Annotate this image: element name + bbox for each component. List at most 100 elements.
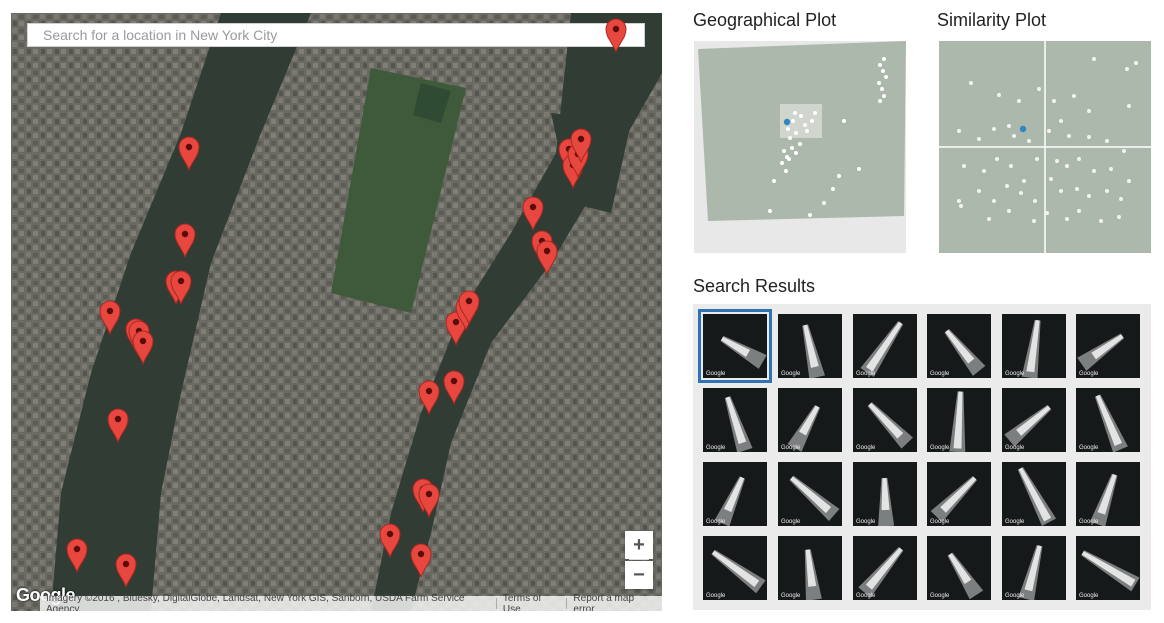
similarity-plot-point[interactable] <box>1007 124 1011 128</box>
geo-plot-point[interactable] <box>787 157 791 161</box>
search-result-thumbnail[interactable]: Google <box>927 388 991 452</box>
map-marker-icon[interactable] <box>98 299 122 335</box>
similarity-plot-point[interactable] <box>1075 187 1079 191</box>
map-marker-icon[interactable] <box>169 269 193 305</box>
similarity-plot-point[interactable] <box>1009 164 1013 168</box>
similarity-plot-point[interactable] <box>1119 197 1123 201</box>
search-result-thumbnail[interactable]: Google <box>1002 536 1066 600</box>
geo-plot-point[interactable] <box>768 209 772 213</box>
geo-plot-point[interactable] <box>882 94 886 98</box>
similarity-plot-point[interactable] <box>1105 139 1109 143</box>
similarity-plot-point[interactable] <box>957 129 961 133</box>
search-result-thumbnail[interactable]: Google <box>1076 536 1140 600</box>
geo-plot-point[interactable] <box>772 179 776 183</box>
geo-plot-point[interactable] <box>857 167 861 171</box>
similarity-plot-point[interactable] <box>1125 67 1129 71</box>
map-marker-icon[interactable] <box>417 482 441 518</box>
similarity-plot-point[interactable] <box>987 217 991 221</box>
map-view[interactable]: + − Google Imagery ©2016 , Bluesky, Digi… <box>11 13 662 611</box>
similarity-plot-point[interactable] <box>1045 211 1049 215</box>
geo-plot-point[interactable] <box>790 146 794 150</box>
similarity-plot-point[interactable] <box>1037 87 1041 91</box>
geo-plot-point[interactable] <box>878 99 882 103</box>
similarity-plot-point[interactable] <box>1059 189 1063 193</box>
similarity-plot-point[interactable] <box>1127 179 1131 183</box>
search-result-thumbnail[interactable]: Google <box>927 462 991 526</box>
search-result-thumbnail[interactable]: Google <box>853 388 917 452</box>
similarity-plot-point[interactable] <box>1005 184 1009 188</box>
geo-plot-point[interactable] <box>805 129 809 133</box>
similarity-plot-point[interactable] <box>1035 157 1039 161</box>
search-result-thumbnail[interactable]: Google <box>853 462 917 526</box>
search-result-thumbnail[interactable]: Google <box>1002 314 1066 378</box>
similarity-plot-point[interactable] <box>1087 135 1091 139</box>
geo-plot-point[interactable] <box>831 187 835 191</box>
report-map-error-link[interactable]: Report a map error <box>567 593 662 612</box>
search-result-thumbnail[interactable]: Google <box>703 536 767 600</box>
similarity-plot-selected-point[interactable] <box>1019 125 1027 133</box>
similarity-plot-point[interactable] <box>992 127 996 131</box>
geo-plot-point[interactable] <box>780 161 784 165</box>
similarity-plot-point[interactable] <box>1117 215 1121 219</box>
search-result-thumbnail[interactable]: Google <box>853 536 917 600</box>
geo-plot[interactable] <box>694 41 906 253</box>
search-result-thumbnail[interactable]: Google <box>927 314 991 378</box>
search-result-thumbnail[interactable]: Google <box>778 314 842 378</box>
geo-plot-point[interactable] <box>884 75 888 79</box>
similarity-plot-point[interactable] <box>1019 191 1023 195</box>
similarity-plot-point[interactable] <box>995 157 999 161</box>
geo-plot-selected-point[interactable] <box>783 118 791 126</box>
similarity-plot-point[interactable] <box>1087 109 1091 113</box>
search-input[interactable] <box>27 23 645 47</box>
search-result-thumbnail[interactable]: Google <box>698 309 772 383</box>
map-marker-icon[interactable] <box>173 222 197 258</box>
similarity-plot-point[interactable] <box>997 93 1001 97</box>
geo-plot-point[interactable] <box>880 87 884 91</box>
geo-plot-point[interactable] <box>782 149 786 153</box>
search-result-thumbnail[interactable]: Google <box>1076 462 1140 526</box>
similarity-plot-point[interactable] <box>1122 149 1126 153</box>
similarity-plot-point[interactable] <box>1109 167 1113 171</box>
map-marker-icon[interactable] <box>409 542 433 578</box>
similarity-plot-point[interactable] <box>1049 177 1053 181</box>
similarity-plot-point[interactable] <box>1065 217 1069 221</box>
map-marker-icon[interactable] <box>378 522 402 558</box>
similarity-plot-point[interactable] <box>1059 119 1063 123</box>
geo-plot-point[interactable] <box>877 81 881 85</box>
similarity-plot-point[interactable] <box>1047 129 1051 133</box>
map-marker-icon[interactable] <box>569 127 593 163</box>
map-marker-icon[interactable] <box>131 329 155 365</box>
map-marker-icon[interactable] <box>457 289 481 325</box>
geo-plot-point[interactable] <box>784 169 788 173</box>
similarity-plot-point[interactable] <box>969 81 973 85</box>
search-result-thumbnail[interactable]: Google <box>778 462 842 526</box>
search-result-thumbnail[interactable]: Google <box>1076 388 1140 452</box>
similarity-plot-point[interactable] <box>982 169 986 173</box>
geo-plot-point[interactable] <box>794 131 798 135</box>
search-result-thumbnail[interactable]: Google <box>1002 462 1066 526</box>
similarity-plot-point[interactable] <box>1022 179 1026 183</box>
similarity-plot-point[interactable] <box>1092 169 1096 173</box>
map-marker-icon[interactable] <box>65 537 89 573</box>
similarity-plot-point[interactable] <box>1067 134 1071 138</box>
similarity-plot-point[interactable] <box>1027 139 1031 143</box>
geo-plot-point[interactable] <box>878 63 882 67</box>
search-result-thumbnail[interactable]: Google <box>927 536 991 600</box>
map-marker-icon[interactable] <box>114 552 138 588</box>
similarity-plot[interactable] <box>939 41 1151 253</box>
geo-plot-point[interactable] <box>822 201 826 205</box>
similarity-plot-point[interactable] <box>1134 61 1138 65</box>
search-result-thumbnail[interactable]: Google <box>778 536 842 600</box>
similarity-plot-point[interactable] <box>1077 209 1081 213</box>
similarity-plot-point[interactable] <box>1032 219 1036 223</box>
similarity-plot-point[interactable] <box>1072 94 1076 98</box>
geo-plot-point[interactable] <box>842 119 846 123</box>
geo-plot-point[interactable] <box>803 123 807 127</box>
geo-plot-point[interactable] <box>882 57 886 61</box>
geo-plot-point[interactable] <box>794 151 798 155</box>
similarity-plot-point[interactable] <box>1065 164 1069 168</box>
geo-plot-point[interactable] <box>793 111 797 115</box>
search-result-thumbnail[interactable]: Google <box>853 314 917 378</box>
zoom-in-button[interactable]: + <box>625 531 653 559</box>
similarity-plot-point[interactable] <box>1007 209 1011 213</box>
